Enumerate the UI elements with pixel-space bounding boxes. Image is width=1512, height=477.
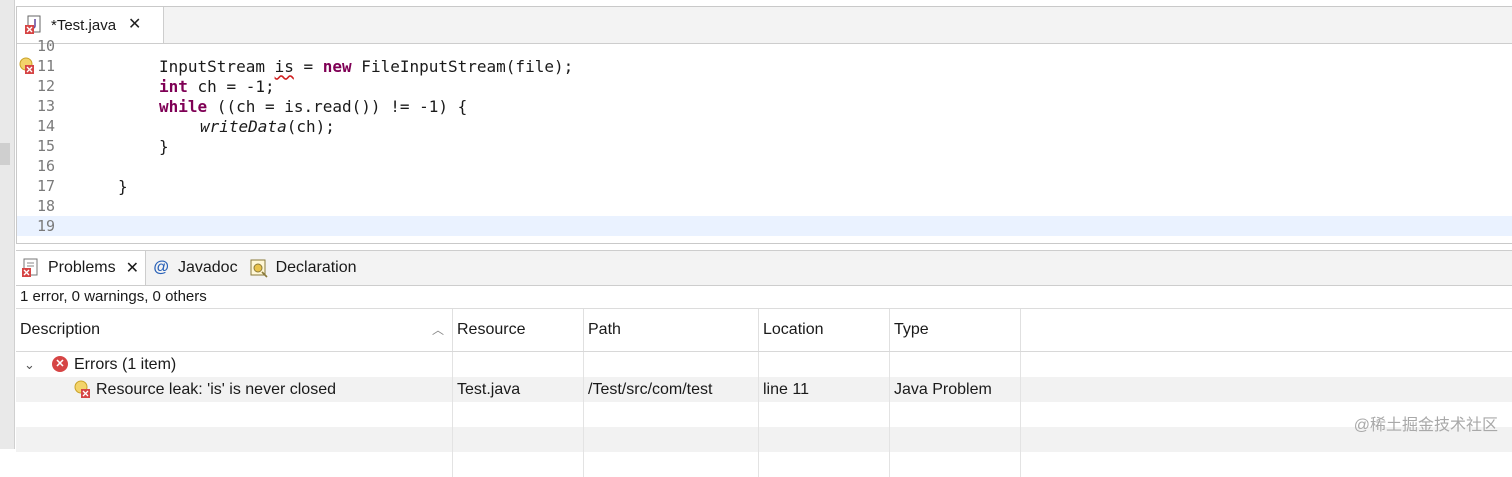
problem-resource: Test.java <box>453 377 584 402</box>
code-text: InputStream is = new FileInputStream(fil… <box>159 56 574 76</box>
column-header-description[interactable]: Description ︿ <box>16 309 453 351</box>
table-row-group-errors[interactable]: ⌄ ✕ Errors (1 item) <box>16 352 1512 377</box>
code-line: 15 } <box>17 136 1512 156</box>
code-line: 13 while ((ch = is.read()) != -1) { <box>17 96 1512 116</box>
left-window-strip <box>0 0 15 449</box>
column-header-location[interactable]: Location <box>759 309 890 351</box>
column-header-resource[interactable]: Resource <box>453 309 584 351</box>
code-line: 17 } <box>17 176 1512 196</box>
problem-description: Resource leak: 'is' is never closed <box>96 381 336 398</box>
line-number: 10 <box>37 37 56 55</box>
panel-tab-bar: Problems ✕ @ Javadoc Declaration <box>16 251 1512 286</box>
code-text: int ch = -1; <box>159 76 275 96</box>
code-text: while ((ch = is.read()) != -1) { <box>159 96 468 116</box>
column-header-path[interactable]: Path <box>584 309 759 351</box>
tab-problems-label: Problems <box>48 259 116 276</box>
tab-problems[interactable]: Problems ✕ <box>16 251 146 285</box>
tab-javadoc[interactable]: @ Javadoc <box>146 251 244 285</box>
problems-table[interactable]: Description ︿ Resource Path Location Typ… <box>16 309 1512 477</box>
warning-error-marker-icon <box>74 380 92 399</box>
table-row-empty <box>16 452 1512 477</box>
error-token: is <box>274 56 294 76</box>
code-text: writeData(ch); <box>200 116 335 136</box>
group-label: Errors (1 item) <box>74 356 177 373</box>
line-number: 18 <box>37 197 56 215</box>
java-file-error-icon <box>25 15 43 35</box>
close-icon[interactable]: ✕ <box>126 258 139 278</box>
column-header-filler <box>1021 309 1512 351</box>
problem-path: /Test/src/com/test <box>584 377 759 402</box>
problems-summary: 1 error, 0 warnings, 0 others <box>16 286 1512 309</box>
watermark: @稀土掘金技术社区 <box>1353 417 1498 434</box>
code-area[interactable]: 10 11 InputStream is = new FileInputStre… <box>17 37 1512 243</box>
code-text: } <box>118 176 128 196</box>
table-header: Description ︿ Resource Path Location Typ… <box>16 309 1512 352</box>
table-row-empty <box>16 402 1512 427</box>
error-icon: ✕ <box>52 356 68 372</box>
line-number: 13 <box>37 97 56 115</box>
problems-icon <box>22 258 40 278</box>
line-number: 15 <box>37 137 56 155</box>
problems-panel: Problems ✕ @ Javadoc Declaration 1 error… <box>16 250 1512 477</box>
javadoc-icon: @ <box>153 259 169 276</box>
line-number: 16 <box>37 157 56 175</box>
problem-location: line 11 <box>759 377 890 402</box>
code-line-current: 19 <box>17 216 1512 236</box>
line-number: 11 <box>37 57 56 75</box>
tab-declaration-label: Declaration <box>275 259 357 276</box>
tab-declaration[interactable]: Declaration <box>244 251 363 285</box>
table-row-problem[interactable]: Resource leak: 'is' is never closed Test… <box>16 377 1512 402</box>
code-line: 10 <box>17 36 1512 56</box>
editor-tab-label: *Test.java <box>51 16 117 34</box>
sort-caret-icon: ︿ <box>431 323 444 337</box>
line-number: 14 <box>37 117 56 135</box>
chevron-down-icon[interactable]: ⌄ <box>24 352 35 377</box>
line-number: 17 <box>37 177 56 195</box>
code-text: } <box>159 136 169 156</box>
warning-error-marker-icon[interactable] <box>19 57 35 75</box>
problem-type: Java Problem <box>890 377 1021 402</box>
column-header-type[interactable]: Type <box>890 309 1021 351</box>
strip-marker <box>0 143 10 165</box>
line-number: 12 <box>37 77 56 95</box>
declaration-icon <box>250 258 268 278</box>
code-line: 18 <box>17 196 1512 216</box>
line-number: 19 <box>37 217 56 235</box>
tab-javadoc-label: Javadoc <box>177 259 238 276</box>
table-row-empty <box>16 427 1512 452</box>
code-line: 14 writeData(ch); <box>17 116 1512 136</box>
code-editor[interactable]: *Test.java ✕ 10 11 InputStream is = new … <box>16 6 1512 244</box>
code-line: 16 <box>17 156 1512 176</box>
close-icon[interactable]: ✕ <box>128 17 141 33</box>
code-line: 11 InputStream is = new FileInputStream(… <box>17 56 1512 76</box>
code-line: 12 int ch = -1; <box>17 76 1512 96</box>
